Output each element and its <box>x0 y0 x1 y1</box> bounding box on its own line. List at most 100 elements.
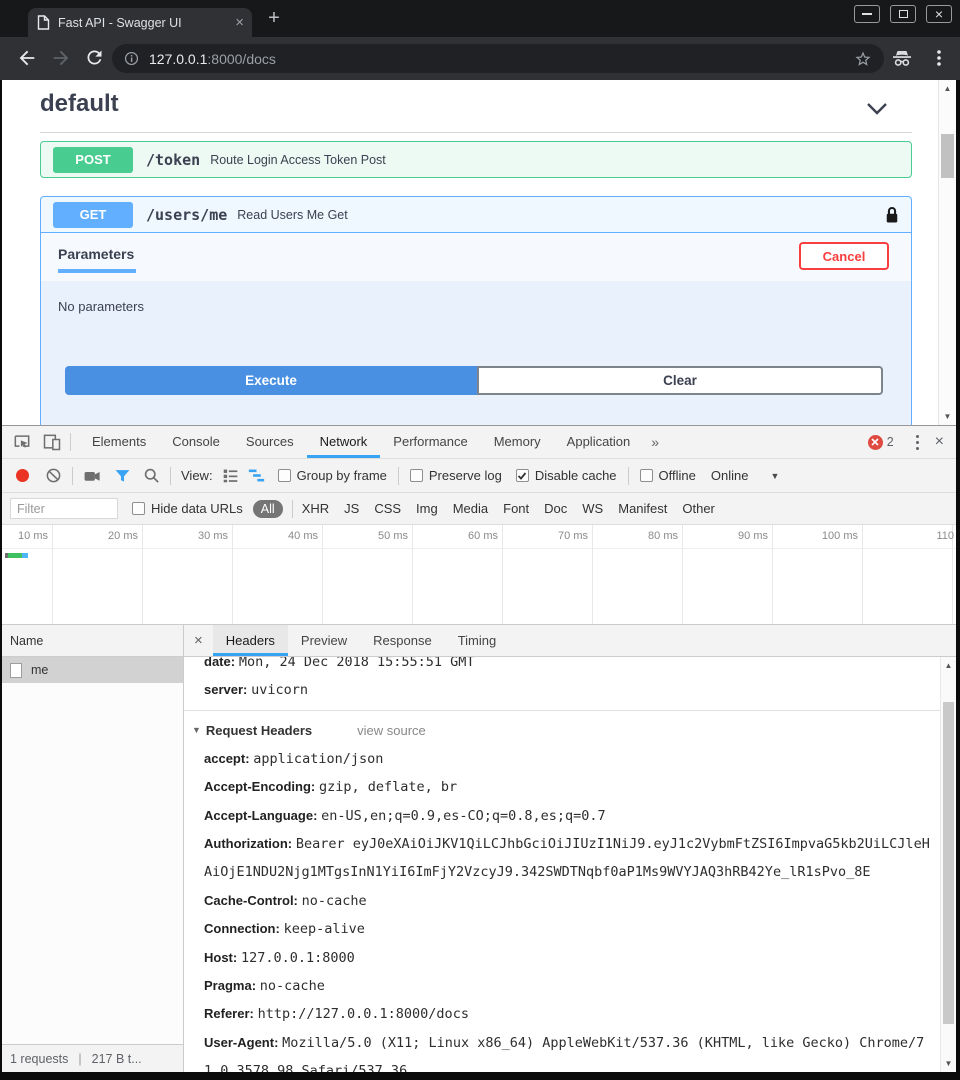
tab-elements[interactable]: Elements <box>79 426 159 458</box>
group-by-frame-checkbox[interactable]: Group by frame <box>278 468 387 483</box>
reload-button[interactable] <box>84 47 108 71</box>
back-button[interactable] <box>16 47 40 71</box>
filter-type-ws[interactable]: WS <box>582 501 603 516</box>
inspect-element-icon[interactable] <box>12 432 32 452</box>
endpoint-header[interactable]: GET /users/me Read Users Me Get <box>41 197 911 233</box>
scrollbar-thumb[interactable] <box>941 134 954 178</box>
forward-button[interactable] <box>50 47 74 71</box>
execute-button[interactable]: Execute <box>65 366 477 395</box>
url-path: :8000/docs <box>207 51 276 67</box>
detail-close-icon[interactable]: × <box>194 632 203 649</box>
filter-funnel-icon[interactable] <box>114 467 131 484</box>
scroll-up-icon[interactable]: ▲ <box>941 661 956 670</box>
offline-checkbox[interactable]: Offline <box>640 468 696 483</box>
page-info-icon[interactable] <box>124 51 139 66</box>
tab-console[interactable]: Console <box>159 426 233 458</box>
filter-type-media[interactable]: Media <box>453 501 488 516</box>
filter-input[interactable] <box>10 498 118 519</box>
devtools-menu-icon[interactable] <box>916 441 919 444</box>
checkbox-unchecked[interactable] <box>132 502 145 515</box>
endpoint-summary: Read Users Me Get <box>237 208 347 222</box>
show-overview-icon[interactable] <box>248 467 265 484</box>
tab-headers[interactable]: Headers <box>213 625 288 656</box>
cancel-button[interactable]: Cancel <box>799 242 889 270</box>
search-icon[interactable] <box>143 467 160 484</box>
tab-preview[interactable]: Preview <box>288 625 360 656</box>
checkbox-unchecked[interactable] <box>640 469 653 482</box>
preserve-log-checkbox[interactable]: Preserve log <box>410 468 502 483</box>
endpoint-post-token[interactable]: POST /token Route Login Access Token Pos… <box>40 141 912 178</box>
capture-screenshots-icon[interactable] <box>83 467 102 485</box>
preserve-log-label: Preserve log <box>429 468 502 483</box>
incognito-icon <box>890 47 914 71</box>
scrollbar-thumb[interactable] <box>943 702 954 1024</box>
filter-type-js[interactable]: JS <box>344 501 359 516</box>
filter-type-img[interactable]: Img <box>416 501 438 516</box>
new-tab-button[interactable]: + <box>262 6 286 30</box>
hide-data-urls-checkbox[interactable]: Hide data URLs <box>132 501 243 516</box>
url-text: 127.0.0.1:8000/docs <box>149 51 276 67</box>
tab-close-icon[interactable]: × <box>235 15 244 30</box>
detail-scrollbar[interactable]: ▲ ▼ <box>940 657 956 1072</box>
page-scrollbar[interactable]: ▲ ▼ <box>938 80 956 425</box>
checkbox-unchecked[interactable] <box>278 469 291 482</box>
ruler-line <box>2 548 956 549</box>
tab-performance[interactable]: Performance <box>380 426 480 458</box>
address-bar[interactable]: 127.0.0.1:8000/docs <box>112 44 884 73</box>
tab-sources[interactable]: Sources <box>233 426 307 458</box>
checkbox-unchecked[interactable] <box>410 469 423 482</box>
tab-memory[interactable]: Memory <box>481 426 554 458</box>
endpoint-header[interactable]: POST /token Route Login Access Token Pos… <box>41 142 911 177</box>
scroll-up-icon[interactable]: ▲ <box>939 84 956 93</box>
filter-type-css[interactable]: CSS <box>374 501 401 516</box>
window-maximize-button[interactable] <box>890 5 916 23</box>
filter-type-xhr[interactable]: XHR <box>302 501 329 516</box>
request-headers-section[interactable]: ▼ Request Headers view source <box>184 716 940 745</box>
clear-log-icon[interactable] <box>45 467 62 484</box>
window-border-right <box>956 80 960 1080</box>
bookmark-star-icon[interactable] <box>854 50 872 68</box>
page-favicon-icon <box>36 15 50 30</box>
window-minimize-button[interactable] <box>854 5 880 23</box>
disclosure-triangle-icon[interactable]: ▼ <box>192 725 201 735</box>
filter-type-manifest[interactable]: Manifest <box>618 501 667 516</box>
browser-menu-icon[interactable] <box>929 46 949 70</box>
devtools-tabbar: Elements Console Sources Network Perform… <box>2 426 956 459</box>
tab-application[interactable]: Application <box>554 426 644 458</box>
disable-cache-checkbox[interactable]: Disable cache <box>516 468 617 483</box>
view-rows-icon[interactable] <box>222 467 239 484</box>
method-badge-post: POST <box>53 147 133 173</box>
tab-timing[interactable]: Timing <box>445 625 510 656</box>
more-tabs-icon[interactable]: » <box>643 434 667 450</box>
filter-type-all[interactable]: All <box>253 500 283 518</box>
waterfall-request-bar[interactable] <box>5 553 28 558</box>
browser-tab[interactable]: Fast API - Swagger UI × <box>28 8 252 37</box>
chevron-down-icon[interactable] <box>866 102 888 115</box>
scroll-down-icon[interactable]: ▼ <box>939 412 956 421</box>
filter-type-font[interactable]: Font <box>503 501 529 516</box>
lock-icon[interactable] <box>885 206 899 224</box>
filter-type-other[interactable]: Other <box>682 501 715 516</box>
device-toolbar-icon[interactable] <box>42 432 62 452</box>
scroll-down-icon[interactable]: ▼ <box>941 1059 956 1068</box>
name-column-header[interactable]: Name <box>2 625 183 657</box>
filter-type-doc[interactable]: Doc <box>544 501 567 516</box>
network-overview-timeline[interactable]: 10 ms 20 ms 30 ms 40 ms 50 ms 60 ms 70 m… <box>2 525 956 625</box>
clear-button[interactable]: Clear <box>477 366 883 395</box>
throttling-caret-icon[interactable]: ▼ <box>770 471 779 481</box>
summary-separator: | <box>78 1052 81 1066</box>
request-row-me[interactable]: me <box>2 657 183 683</box>
error-count[interactable]: 2 <box>887 435 894 449</box>
divider <box>398 467 399 485</box>
window-close-button[interactable]: × <box>926 5 952 23</box>
devtools-panel: Elements Console Sources Network Perform… <box>2 425 956 1072</box>
error-badge-icon[interactable] <box>868 435 883 450</box>
record-icon[interactable] <box>16 469 29 482</box>
throttling-select[interactable]: Online <box>711 468 749 483</box>
devtools-close-icon[interactable]: × <box>935 433 944 451</box>
tab-response[interactable]: Response <box>360 625 445 656</box>
method-badge-get: GET <box>53 202 133 228</box>
view-source-link[interactable]: view source <box>357 723 426 738</box>
tab-network[interactable]: Network <box>307 426 381 458</box>
checkbox-checked[interactable] <box>516 469 529 482</box>
